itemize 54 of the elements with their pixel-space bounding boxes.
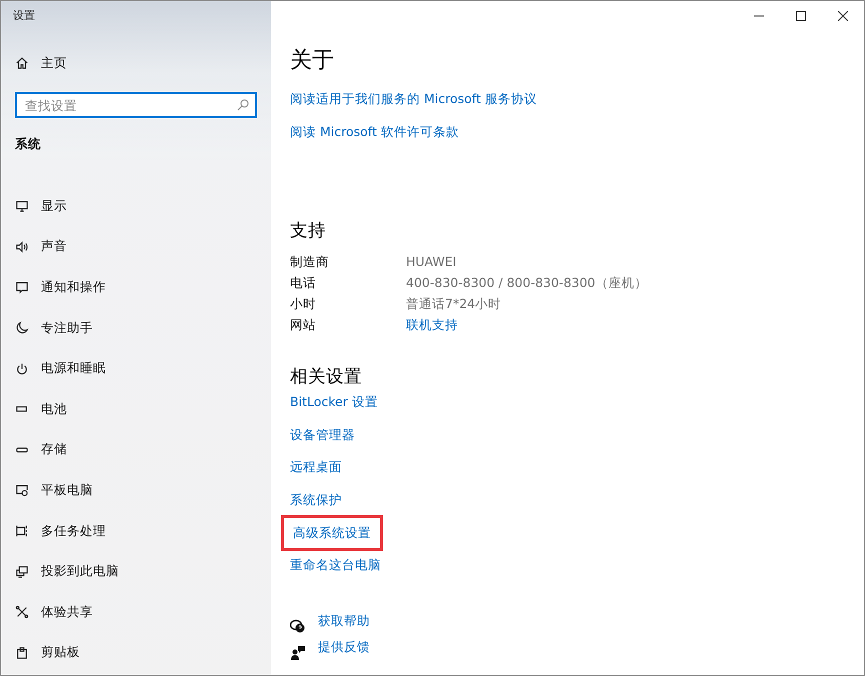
info-label: 制造商	[290, 254, 330, 271]
maximize-icon	[796, 11, 806, 21]
nav-item[interactable]: 平板电脑	[41, 482, 93, 499]
search-icon	[237, 99, 249, 111]
close-icon	[838, 11, 848, 21]
nav-item[interactable]: 体验共享	[41, 604, 93, 621]
nav-item[interactable]: 专注助手	[41, 320, 93, 337]
settings-link[interactable]: 远程桌面	[290, 459, 342, 476]
section-heading: 系统	[15, 136, 41, 153]
settings-link[interactable]: BitLocker 设置	[290, 394, 378, 411]
page-title: 关于	[290, 47, 334, 75]
tablet-icon	[15, 483, 29, 498]
speech-bubble-icon	[15, 280, 29, 294]
search-field[interactable]: 查找设置	[15, 92, 257, 118]
info-label: 小时	[290, 296, 317, 313]
speaker-icon	[15, 240, 29, 254]
agreement-link[interactable]: 阅读适用于我们服务的 Microsoft 服务协议	[290, 91, 537, 108]
feedback-link[interactable]: 提供反馈	[318, 639, 370, 656]
support-link[interactable]: 联机支持	[406, 317, 648, 334]
info-value: 普通话7*24小时	[406, 296, 502, 313]
info-value: 400-830-8300 / 800-830-8300（座机）	[406, 275, 648, 292]
section-heading: 支持	[290, 220, 326, 242]
nav-item[interactable]: 通知和操作	[41, 278, 106, 296]
nav-item[interactable]: 多任务处理	[41, 522, 106, 540]
info-label: 电话	[290, 275, 317, 292]
nav-item[interactable]: 剪贴板	[41, 644, 80, 662]
nav-item[interactable]: 声音	[41, 238, 67, 256]
nav-item[interactable]: 存储	[41, 441, 67, 458]
projector-icon	[15, 564, 29, 579]
moon-icon	[15, 321, 29, 336]
feedback-icon	[290, 644, 306, 660]
home-link[interactable]: 主页	[41, 54, 67, 72]
agreement-link[interactable]: 阅读 Microsoft 软件许可条款	[290, 124, 459, 140]
settings-link[interactable]: 设备管理器	[290, 426, 355, 444]
nav-item[interactable]: 电源和睡眠	[41, 360, 106, 378]
nav-item[interactable]: 电池	[41, 400, 67, 418]
minimize-icon	[754, 15, 764, 17]
settings-link[interactable]: 高级系统设置	[281, 515, 383, 551]
share-icon	[15, 605, 29, 620]
settings-link[interactable]: 重命名这台电脑	[290, 556, 381, 574]
info-value: HUAWEI	[406, 254, 458, 271]
clipboard-icon	[15, 646, 29, 660]
info-label: 网站	[290, 317, 317, 334]
settings-link[interactable]: 系统保护	[290, 492, 342, 508]
help-icon	[290, 618, 306, 634]
monitor-icon	[15, 199, 29, 214]
home-icon	[15, 56, 29, 70]
nav-item[interactable]: 投影到此电脑	[41, 563, 119, 580]
nav-item[interactable]: 显示	[41, 198, 67, 215]
multitask-icon	[15, 524, 29, 538]
help-link[interactable]: 获取帮助	[318, 613, 370, 630]
window-title: 设置	[13, 8, 35, 23]
power-icon	[15, 362, 29, 376]
section-heading: 相关设置	[290, 366, 362, 388]
